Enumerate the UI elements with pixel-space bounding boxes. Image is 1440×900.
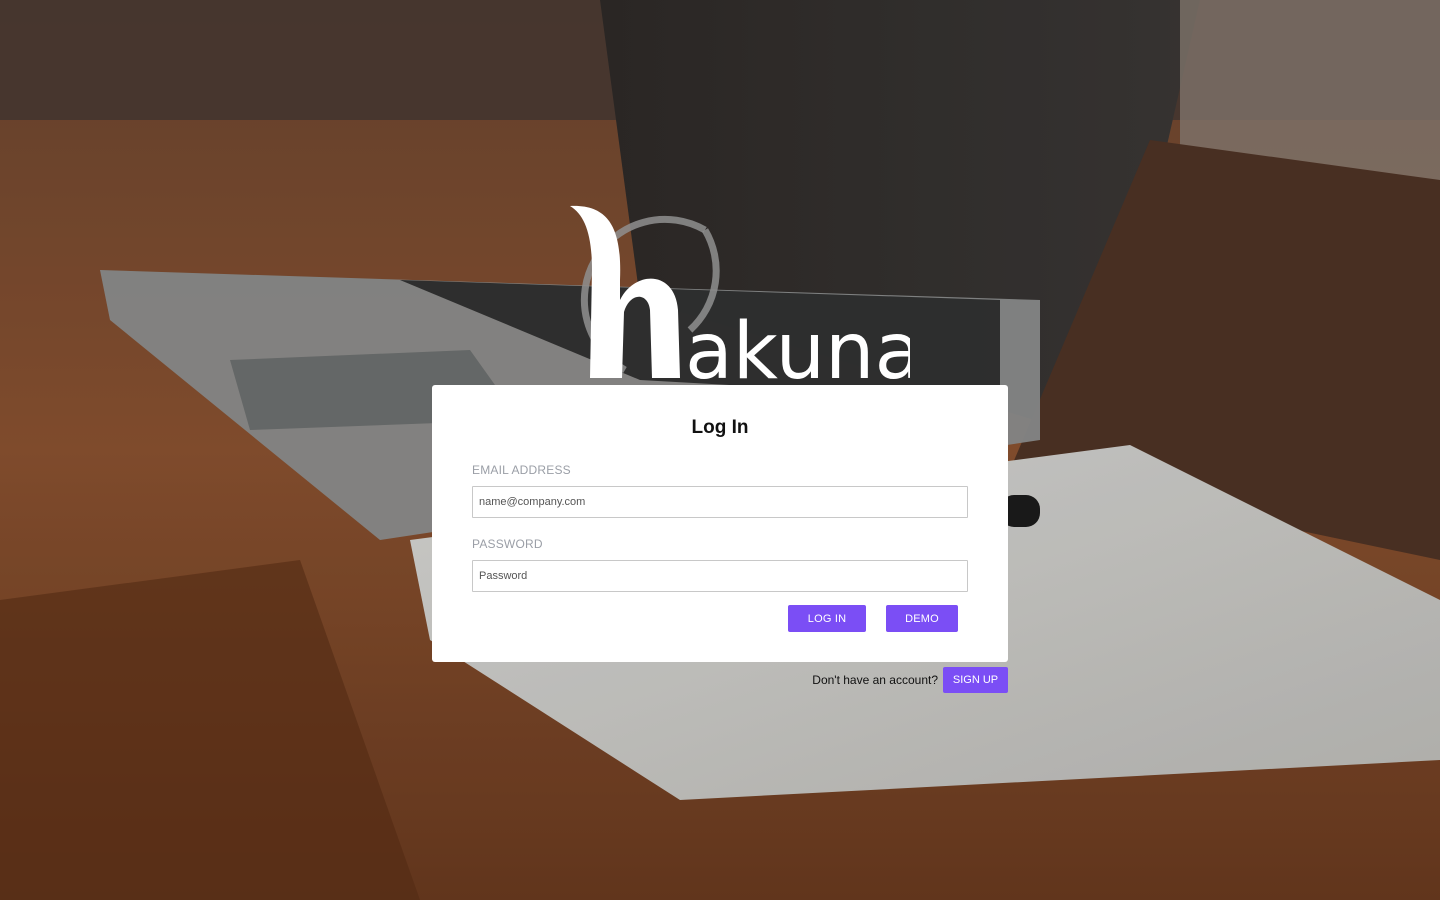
login-card: Log In EMAIL ADDRESS PASSWORD LOG IN DEM… xyxy=(432,385,1008,662)
hakuna-logo-mark: akuna xyxy=(570,205,922,397)
password-label: PASSWORD xyxy=(472,537,543,551)
logo-wordmark: akuna xyxy=(685,307,910,385)
hakuna-logo: akuna xyxy=(540,200,922,397)
email-input[interactable] xyxy=(472,486,968,518)
signup-button[interactable]: SIGN UP xyxy=(943,667,1008,693)
email-label: EMAIL ADDRESS xyxy=(472,463,571,477)
demo-button[interactable]: DEMO xyxy=(886,605,958,632)
signup-prompt: Don't have an account? SIGN UP xyxy=(780,667,1008,693)
login-button[interactable]: LOG IN xyxy=(788,605,866,632)
login-title: Log In xyxy=(691,417,749,438)
signup-prompt-text: Don't have an account? xyxy=(812,673,938,687)
login-actions: LOG IN DEMO xyxy=(788,605,958,632)
password-input[interactable] xyxy=(472,560,968,592)
